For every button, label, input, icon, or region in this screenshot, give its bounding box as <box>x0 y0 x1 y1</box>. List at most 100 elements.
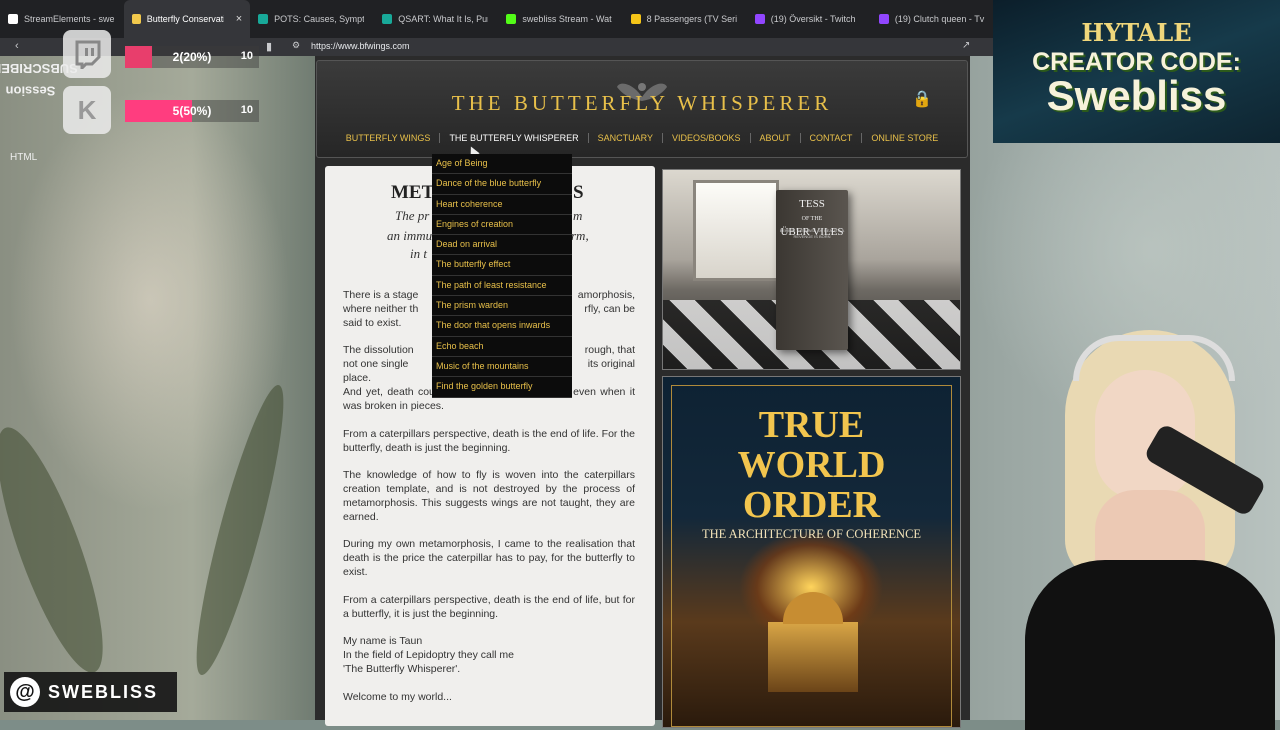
browser-tab[interactable]: (19) Clutch queen - Tv <box>871 0 995 38</box>
article-paragraph: 'The Butterfly Whisperer'. <box>343 663 461 675</box>
article-paragraph: amorphosis, <box>577 289 635 301</box>
twitch-sub-goal-bar: 2(20%) 10 <box>125 46 259 68</box>
book-title-line: TRUE <box>758 404 865 446</box>
tab-label: Butterfly Conservation <box>146 14 224 24</box>
nav-item[interactable]: ABOUT <box>749 133 800 143</box>
tab-favicon-icon <box>132 14 141 24</box>
tab-label: 8 Passengers (TV Series 20 <box>646 14 737 24</box>
article-paragraph: In the field of Lepidoptry they call me <box>343 649 515 661</box>
tab-label: (19) Översikt - Twitch <box>770 14 856 24</box>
kick-sub-goal-target: 10 <box>240 104 253 116</box>
dropdown-item[interactable]: The butterfly effect <box>432 255 572 276</box>
url-text[interactable]: https://www.bfwings.com <box>311 41 410 51</box>
nav-item[interactable]: THE BUTTERFLY WHISPERER <box>439 133 587 143</box>
tab-favicon-icon <box>258 14 269 24</box>
streamer-webcam <box>985 330 1280 730</box>
browser-tab[interactable]: 8 Passengers (TV Series 20 <box>623 0 747 38</box>
tab-favicon-icon <box>878 14 889 24</box>
tab-label: POTS: Causes, Symptoms, <box>274 14 364 24</box>
twitch-sub-goal-text: 2(20%) <box>172 50 212 64</box>
dropdown-item[interactable]: The path of least resistance <box>432 276 572 297</box>
book-title-line: WORLD <box>737 444 886 486</box>
dropdown-item[interactable]: The prism warden <box>432 296 572 317</box>
site-header: THE BUTTERFLY WHISPERER 🔒 0 BUTTERFLY WIN… <box>316 60 968 158</box>
streamer-handle: SWEBLISS <box>48 681 159 702</box>
tab-close-icon[interactable]: × <box>236 13 242 25</box>
article-paragraph: rfly, can be <box>584 303 635 315</box>
html-label: HTML <box>10 152 38 163</box>
tab-favicon-icon <box>8 14 18 24</box>
dropdown-item[interactable]: Dance of the blue butterfly <box>432 174 572 195</box>
book-title-line: TESS <box>799 198 825 210</box>
browser-tab[interactable]: POTS: Causes, Symptoms, <box>250 0 374 38</box>
article-paragraph: From a caterpillars perspective, death i… <box>343 428 635 454</box>
tab-label: StreamElements - swebliss <box>24 14 114 24</box>
dropdown-item[interactable]: Engines of creation <box>432 215 572 236</box>
browser-tab[interactable]: Butterfly Conservation × <box>124 0 251 38</box>
dropdown-item[interactable]: Music of the mountains <box>432 357 572 378</box>
twitch-icon <box>63 30 111 78</box>
dropdown-item[interactable]: Age of Being <box>432 154 572 175</box>
book-tess-image[interactable]: TESS OF THE ÜBER VILES BEHIND THE MASK OF … <box>662 169 961 370</box>
session-label: Session <box>5 83 56 99</box>
site-info-icon[interactable]: ⚙ <box>292 40 300 51</box>
dropdown-item[interactable]: Echo beach <box>432 337 572 357</box>
session-subscribers-label: Session SUBSCRIBERS <box>0 34 78 136</box>
article-paragraph: not one single <box>343 358 409 370</box>
tab-favicon-icon <box>630 14 641 24</box>
book-title-line: OF THE <box>801 216 823 222</box>
dropdown-item[interactable]: Find the golden butterfly <box>432 377 572 398</box>
threads-icon: @ <box>10 677 40 707</box>
tab-favicon-icon <box>506 14 517 24</box>
bookmark-icon[interactable]: ▮ <box>266 40 272 53</box>
site-nav: BUTTERFLY WINGS THE BUTTERFLY WHISPERER SA… <box>317 133 967 143</box>
tab-favicon-icon <box>382 14 393 24</box>
article-paragraph: rough, that <box>584 344 635 356</box>
threads-handle-badge: @ SWEBLISS <box>4 672 177 712</box>
creator-code-promo: HYTALE CREATOR CODE: Swebliss <box>993 0 1280 143</box>
promo-game-title: HYTALE <box>1081 18 1192 47</box>
tab-label: (19) Clutch queen - Tv <box>894 14 985 24</box>
browser-tab-bar: StreamElements - swebliss Butterfly Conse… <box>0 0 995 38</box>
dropdown-item[interactable]: Heart coherence <box>432 195 572 215</box>
article-paragraph: Welcome to my world... <box>343 691 452 703</box>
nav-item[interactable]: BUTTERFLY WINGS <box>337 133 440 143</box>
article-paragraph: where neither th <box>343 303 419 315</box>
article-subtitle: m <box>573 208 583 223</box>
browser-tab[interactable]: QSART: What It Is, Purpose <box>374 0 498 38</box>
nav-item[interactable]: VIDEOS/BOOKS <box>661 133 750 143</box>
article-paragraph: The knowledge of how to fly is woven int… <box>343 469 635 523</box>
book-true-world-order-image[interactable]: TRUE WORLD ORDER THE ARCHITECTURE OF COHER… <box>662 376 961 728</box>
browser-tab[interactable]: (19) Översikt - Twitch <box>747 0 871 38</box>
kick-sub-goal-bar: 5(50%) 10 <box>125 100 259 122</box>
back-icon[interactable]: ‹ <box>15 40 19 52</box>
article-paragraph: There is a stage <box>343 289 419 301</box>
article-paragraph: its original <box>587 358 635 370</box>
article-paragraph: My name is Taun <box>343 635 423 647</box>
nav-dropdown-menu: Age of Being Dance of the blue butterfly H… <box>432 154 572 398</box>
nav-item[interactable]: SANCTUARY <box>587 133 662 143</box>
site-title[interactable]: THE BUTTERFLY WHISPERER <box>317 91 967 116</box>
dropdown-item[interactable]: The door that opens inwards <box>432 316 572 337</box>
tab-label: QSART: What It Is, Purpose <box>398 14 488 24</box>
article-paragraph: The dissolution <box>343 344 414 356</box>
streamer-top <box>1025 560 1275 730</box>
tab-label: swebliss Stream - Watch L <box>522 14 612 24</box>
book-cover: TESS OF THE ÜBER VILES BEHIND THE MASK OF … <box>776 190 848 350</box>
nav-item[interactable]: CONTACT <box>799 133 862 143</box>
article-paragraph: During my own metamorphosis, I came to t… <box>343 538 635 578</box>
nav-item[interactable]: ONLINE STORE <box>861 133 947 143</box>
temple-illustration <box>768 592 858 692</box>
kick-sub-goal-text: 5(50%) <box>172 104 212 118</box>
book-title-line: ORDER <box>742 484 881 526</box>
book-tagline: BEHIND THE MASK OF BEAUTY, A REVENGE IS … <box>779 228 845 239</box>
dropdown-item[interactable]: Dead on arrival <box>432 235 572 256</box>
browser-tab[interactable]: swebliss Stream - Watch L <box>498 0 622 38</box>
window-illustration <box>693 180 779 281</box>
book-subtitle: THE ARCHITECTURE OF COHERENCE <box>701 527 922 541</box>
share-icon[interactable]: ↗ <box>962 40 970 51</box>
promo-code-name: Swebliss <box>1046 72 1227 119</box>
article-paragraph: From a caterpillars perspective, death i… <box>343 594 635 620</box>
article-subtitle: rm, <box>571 228 589 243</box>
cart-icon[interactable]: 🔒 0 <box>912 89 932 109</box>
